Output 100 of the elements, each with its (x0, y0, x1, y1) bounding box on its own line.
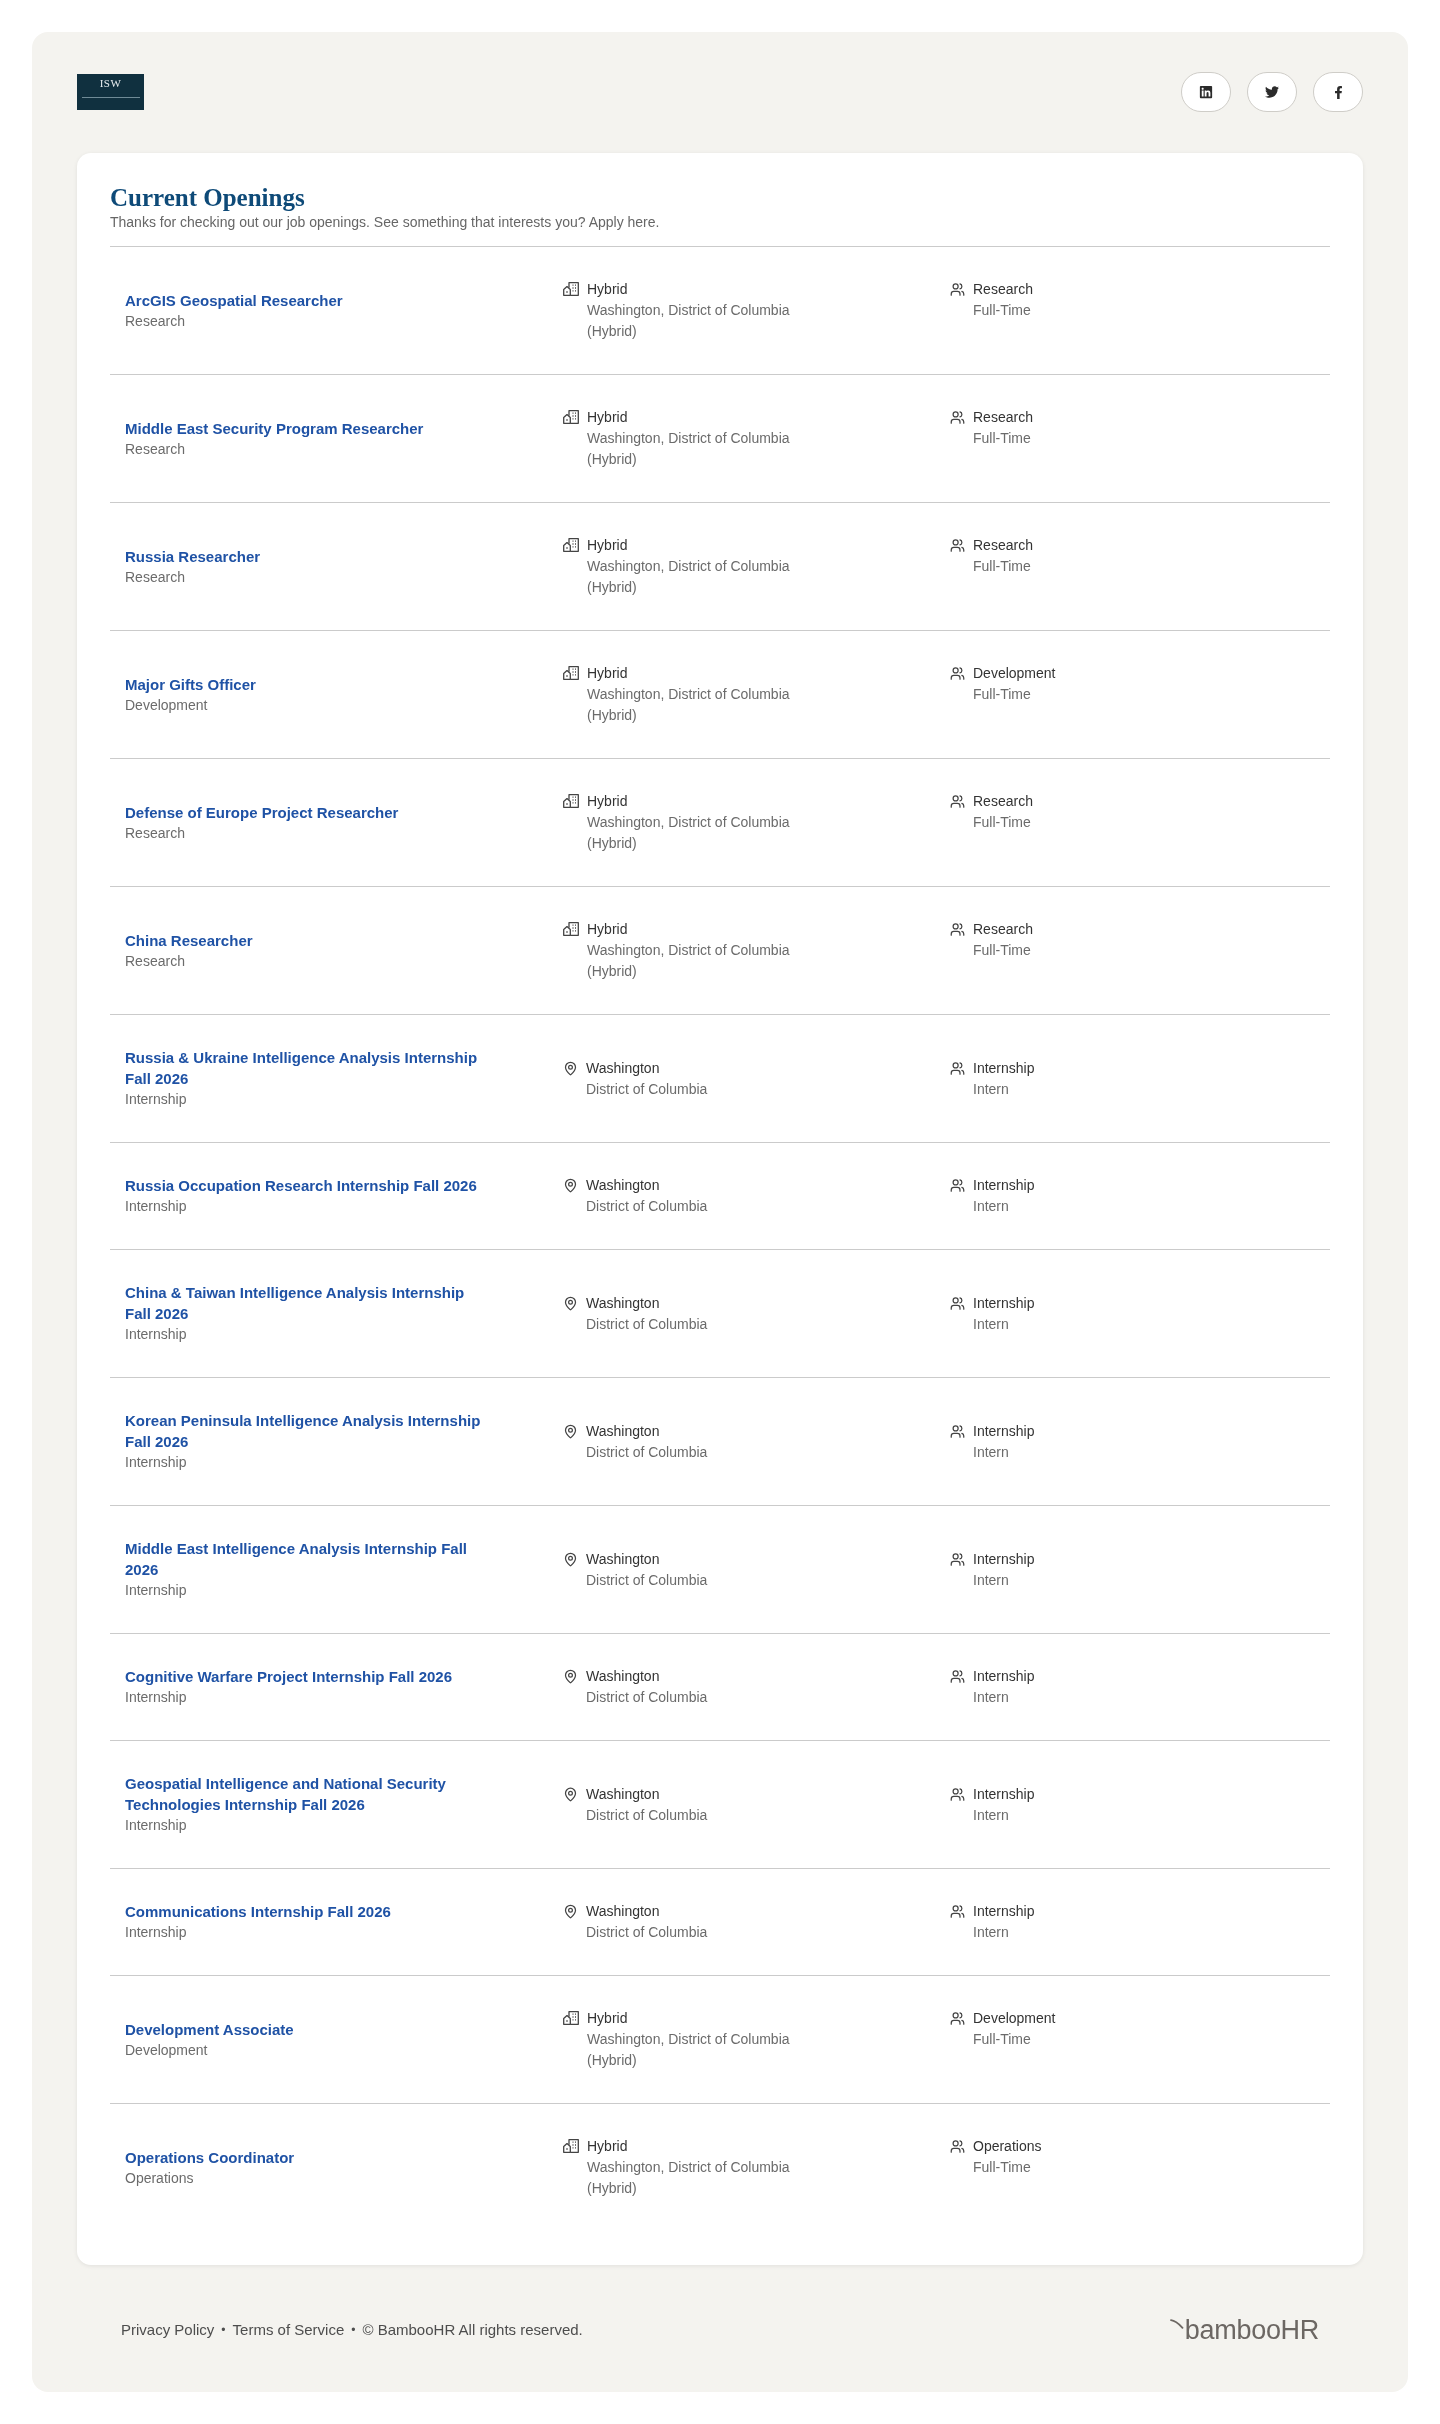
job-title-link[interactable]: Korean Peninsula Intelligence Analysis Internship Fall 2026 (125, 1410, 485, 1452)
location-address: Washington, District of Columbia (587, 301, 790, 320)
job-department: Internship (125, 1816, 187, 1835)
job-title-link[interactable]: Communications Internship Fall 2026 (125, 1901, 391, 1922)
job-department: Research (125, 823, 185, 843)
job-title-link[interactable]: Russia Occupation Research Internship Fall 2026 (125, 1175, 477, 1196)
job-title-link[interactable]: Russia & Ukraine Intelligence Analysis Internship Fall 2026 (125, 1047, 485, 1089)
location-address: Washington, District of Columbia (587, 2158, 790, 2177)
location-name: Hybrid (587, 920, 629, 939)
location-note: (Hybrid) (587, 962, 638, 981)
people-icon (950, 1178, 965, 1193)
bird-icon (1265, 85, 1279, 99)
job-category: Development (973, 2009, 1056, 2028)
employment-type: Intern (973, 1570, 1010, 1590)
location-note: (Hybrid) (587, 834, 638, 853)
linkedin-button[interactable] (1181, 72, 1231, 112)
location-name: Hybrid (587, 536, 629, 555)
location-address: District of Columbia (586, 1442, 708, 1462)
map-pin-icon (563, 1551, 578, 1567)
logo-tile[interactable]: ISW (77, 74, 144, 110)
job-category: Internship (973, 1549, 1035, 1569)
job-title-link[interactable]: Middle East Intelligence Analysis Internship Fall 2026 (125, 1538, 485, 1580)
footer-link[interactable]: Privacy Policy (121, 2320, 215, 2340)
employment-type: Full-Time (973, 2158, 1032, 2177)
job-department: Development (125, 695, 208, 715)
people-icon (950, 1423, 965, 1439)
location-name: Hybrid (587, 2137, 629, 2156)
location-note: (Hybrid) (587, 322, 638, 341)
employment-type: Full-Time (973, 301, 1032, 320)
page-subtitle: Thanks for checking out our job openings. See something that interests you? Apply here. (110, 213, 661, 232)
people-icon (950, 282, 965, 297)
job-title-link[interactable]: Operations Coordinator (125, 2146, 295, 2168)
job-title-link[interactable]: China & Taiwan Intelligence Analysis Internship Fall 2026 (125, 1282, 485, 1324)
job-title-link[interactable]: ArcGIS Geospatial Researcher (125, 289, 343, 311)
location-name: Hybrid (587, 664, 629, 683)
job-title-link[interactable]: Middle East Security Program Researcher (125, 417, 424, 439)
building-icon (563, 666, 579, 680)
brand-name: bambooHR (1184, 2315, 1319, 2345)
job-title-link[interactable]: Development Associate (125, 2018, 294, 2040)
employment-type: Full-Time (973, 813, 1032, 832)
location-name: Washington (586, 1293, 661, 1313)
location-address: District of Columbia (586, 1197, 708, 1216)
employment-type: Intern (973, 1688, 1010, 1707)
people-icon (950, 1904, 965, 1919)
location-name: Washington (586, 1176, 661, 1195)
location-name: Washington (586, 1058, 661, 1078)
job-title-link[interactable]: Major Gifts Officer (125, 673, 256, 695)
location-name: Hybrid (587, 792, 629, 811)
footer-separator: • (221, 2322, 226, 2339)
employment-type: Intern (973, 1079, 1010, 1099)
location-address: District of Columbia (586, 1923, 708, 1942)
location-note: (Hybrid) (587, 450, 638, 469)
job-title-link[interactable]: China Researcher (125, 929, 253, 951)
location-name: Washington (586, 1549, 661, 1569)
people-icon (950, 1060, 965, 1076)
people-icon (950, 2011, 965, 2026)
building-icon (563, 538, 579, 552)
people-icon (950, 1551, 965, 1567)
job-category: Internship (973, 1902, 1035, 1921)
location-name: Hybrid (587, 280, 629, 299)
location-name: Washington (586, 1902, 661, 1921)
job-department: Research (125, 439, 185, 459)
job-title-link[interactable]: Cognitive Warfare Project Internship Fall 2026 (125, 1666, 453, 1687)
location-address: Washington, District of Columbia (587, 557, 790, 576)
map-pin-icon (563, 1669, 578, 1684)
people-icon (950, 666, 965, 681)
copyright-text: © BambooHR All rights reserved. (362, 2320, 583, 2340)
job-category: Research (973, 792, 1033, 811)
linkedin-icon (1199, 85, 1213, 99)
employment-type: Intern (973, 1197, 1010, 1216)
job-category: Internship (973, 1176, 1035, 1195)
job-category: Research (973, 280, 1033, 299)
twitter-button[interactable] (1247, 72, 1297, 112)
location-address: District of Columbia (586, 1314, 708, 1334)
leaf-icon (1169, 2319, 1184, 2329)
job-department: Internship (125, 1453, 187, 1472)
facebook-button[interactable] (1313, 72, 1363, 112)
job-department: Research (125, 951, 185, 971)
logo-text: ISW (99, 77, 122, 89)
employment-type: Intern (973, 1442, 1010, 1462)
people-icon (950, 538, 965, 553)
location-address: District of Columbia (586, 1570, 708, 1590)
job-title-link[interactable]: Geospatial Intelligence and National Security Technologies Internship Fall 2026 (125, 1773, 485, 1815)
map-pin-icon (563, 1060, 578, 1076)
job-category: Internship (973, 1058, 1035, 1078)
job-category: Internship (973, 1293, 1035, 1313)
people-icon (950, 410, 965, 425)
building-icon (563, 922, 579, 936)
job-title-link[interactable]: Defense of Europe Project Researcher (125, 801, 399, 823)
job-title-link[interactable]: Russia Researcher (125, 545, 261, 567)
job-category: Research (973, 920, 1033, 939)
people-icon (950, 922, 965, 937)
location-name: Washington (586, 1784, 661, 1804)
map-pin-icon (563, 1178, 578, 1193)
job-category: Internship (973, 1667, 1035, 1686)
location-note: (Hybrid) (587, 2051, 638, 2070)
location-address: District of Columbia (586, 1079, 708, 1099)
footer-separator: • (351, 2322, 356, 2339)
footer-link[interactable]: Terms of Service (232, 2320, 345, 2340)
employment-type: Full-Time (973, 685, 1032, 704)
